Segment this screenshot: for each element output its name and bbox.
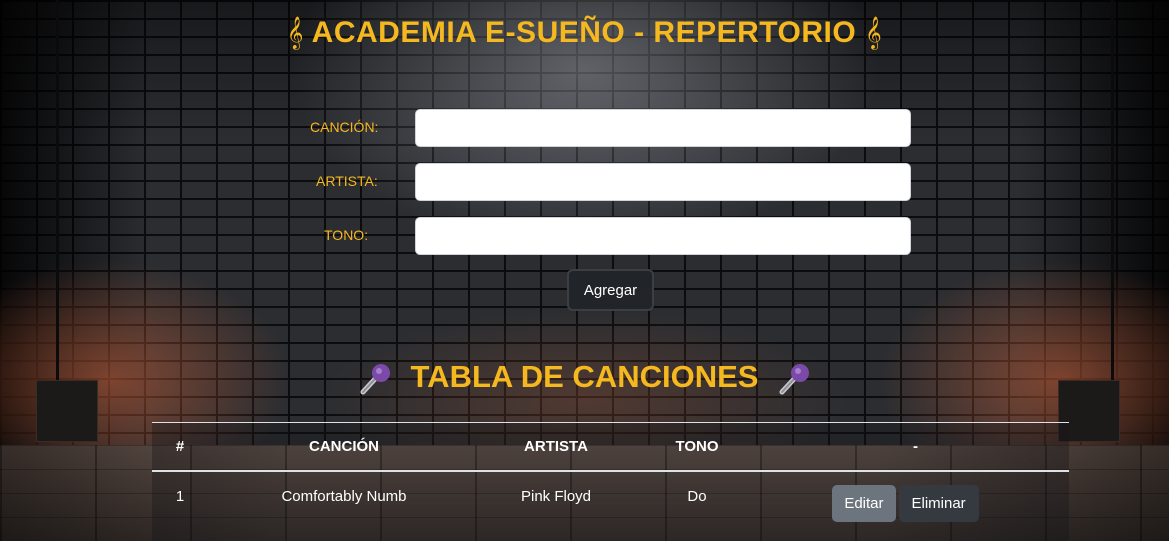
delete-button[interactable]: Eliminar — [898, 484, 979, 522]
songs-table-title: TABLA DE CANCIONES — [0, 359, 1169, 396]
add-song-button[interactable]: Agregar — [567, 269, 654, 311]
songs-table-container: # CANCIÓN ARTISTA TONO - 1 Comfortably N… — [152, 422, 1069, 541]
key-input[interactable] — [415, 217, 911, 255]
column-header-key: TONO — [675, 437, 719, 455]
treble-clef-icon: 𝄞 — [865, 16, 883, 49]
column-header-number: # — [175, 437, 185, 455]
table-row: 1 Comfortably Numb Pink Floyd Do Editar E… — [152, 471, 1069, 533]
row-artist: Pink Floyd — [520, 487, 592, 505]
row-key: Do — [687, 487, 707, 505]
artist-field-row: ARTISTA: — [0, 163, 1169, 201]
row-song: Comfortably Numb — [281, 487, 407, 505]
song-field-row: CANCIÓN: — [0, 109, 1169, 147]
microphone-icon — [360, 363, 390, 395]
column-header-actions: - — [913, 437, 918, 455]
page-title: 𝄞 ACADEMIA E-SUEÑO - REPERTORIO 𝄞 — [0, 16, 1169, 50]
song-label: CANCIÓN: — [310, 119, 379, 135]
artist-input[interactable] — [415, 163, 911, 201]
key-field-row: TONO: — [0, 217, 1169, 255]
songs-table-header: # CANCIÓN ARTISTA TONO - — [152, 422, 1069, 471]
column-header-song: CANCIÓN — [309, 437, 379, 455]
key-label: TONO: — [324, 227, 369, 243]
treble-clef-icon: 𝄞 — [286, 16, 304, 49]
songs-table-body: 1 Comfortably Numb Pink Floyd Do Editar E… — [152, 471, 1069, 533]
microphone-icon — [779, 363, 810, 395]
page-title-text: ACADEMIA E-SUEÑO - REPERTORIO — [311, 16, 857, 49]
row-number: 1 — [175, 487, 185, 505]
songs-table: # CANCIÓN ARTISTA TONO - 1 Comfortably N… — [152, 422, 1069, 533]
artist-label: ARTISTA: — [316, 173, 378, 189]
edit-button[interactable]: Editar — [832, 484, 896, 522]
songs-table-title-text: TABLA DE CANCIONES — [410, 359, 759, 394]
header-row: # CANCIÓN ARTISTA TONO - — [152, 422, 1069, 471]
song-input[interactable] — [415, 109, 911, 147]
row-actions: Editar Eliminar — [762, 471, 1069, 533]
column-header-artist: ARTISTA — [524, 437, 588, 455]
